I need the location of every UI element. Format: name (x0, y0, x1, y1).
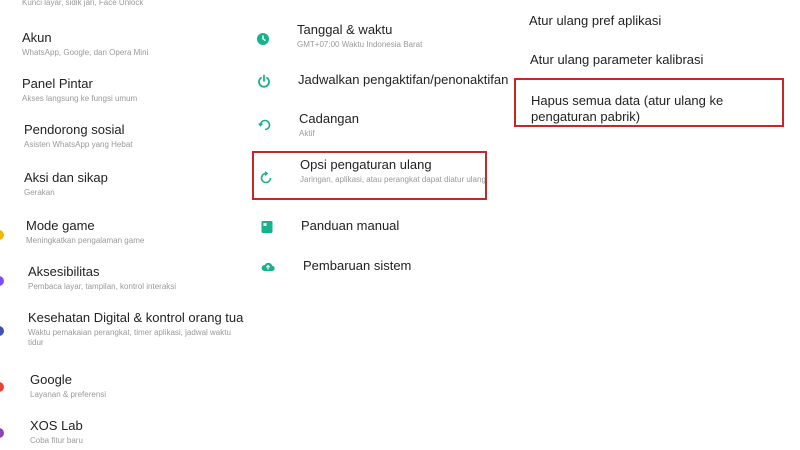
cloud-update-icon (261, 260, 275, 274)
item-title: Atur ulang parameter kalibrasi (530, 52, 704, 67)
item-title: Tanggal & waktu (297, 22, 393, 37)
highlight-box-opsi-pengaturan-ulang (252, 151, 487, 200)
item-title: Aksi dan sikap (24, 170, 108, 185)
backup-icon (258, 118, 272, 132)
item-subtitle: GMT+07:00 Waktu Indonesia Barat (297, 40, 423, 49)
item-subtitle: Gerakan (24, 188, 55, 197)
highlight-box-hapus-semua-data (514, 78, 784, 127)
list-item-akun[interactable]: Akun WhatsApp, Google, dan Opera Mini (22, 30, 240, 58)
list-item-kesehatan-digital[interactable]: Kesehatan Digital & kontrol orang tua Wa… (28, 310, 244, 348)
item-title: Panduan manual (301, 218, 400, 233)
item-subtitle: Layanan & preferensi (30, 390, 107, 399)
game-mode-icon (0, 230, 4, 240)
item-title: Jadwalkan pengaktifan/penonaktifan (298, 72, 509, 87)
top-fragment-subtitle: Kunci layar, sidik jari, Face Unlock (22, 0, 144, 7)
manual-icon (260, 220, 274, 234)
item-title: Panel Pintar (22, 76, 93, 91)
list-item-jadwalkan[interactable]: Jadwalkan pengaktifan/penonaktifan (248, 72, 513, 88)
list-item-atur-ulang-kalibrasi[interactable]: Atur ulang parameter kalibrasi (530, 52, 800, 68)
item-title: Pendorong sosial (24, 122, 125, 137)
item-title: Mode game (26, 218, 95, 233)
digital-wellbeing-icon (0, 326, 4, 336)
settings-list-left: Kunci layar, sidik jari, Face Unlock Aku… (0, 0, 244, 450)
list-item-aksesibilitas[interactable]: Aksesibilitas Pembaca layar, tampilan, k… (28, 264, 240, 292)
item-title: Atur ulang pref aplikasi (529, 13, 662, 28)
item-subtitle: Akses langsung ke fungsi umum (22, 94, 138, 103)
power-icon (257, 74, 271, 88)
item-title: Akun (22, 30, 52, 45)
list-item-pendorong-sosial[interactable]: Pendorong sosial Asisten WhatsApp yang H… (24, 122, 240, 150)
item-subtitle: Aktif (299, 129, 315, 138)
item-subtitle: WhatsApp, Google, dan Opera Mini (22, 48, 149, 57)
accessibility-icon (0, 276, 4, 286)
item-title: XOS Lab (30, 418, 83, 433)
list-item-atur-ulang-pref[interactable]: Atur ulang pref aplikasi (529, 13, 800, 29)
list-item-pembaruan-sistem[interactable]: Pembaruan sistem (248, 258, 513, 274)
item-subtitle: Pembaca layar, tampilan, kontrol interak… (28, 282, 177, 291)
item-title: Aksesibilitas (28, 264, 100, 279)
item-subtitle: Coba fitur baru (30, 436, 83, 445)
item-title: Pembaruan sistem (303, 258, 412, 273)
list-item-cadangan[interactable]: Cadangan Aktif (248, 111, 513, 139)
xos-lab-icon (0, 428, 4, 438)
settings-list-middle: Tanggal & waktu GMT+07:00 Waktu Indonesi… (248, 0, 513, 450)
item-subtitle: Asisten WhatsApp yang Hebat (24, 140, 133, 149)
item-title: Google (30, 372, 72, 387)
item-title: Cadangan (299, 111, 359, 126)
reset-options-list: Atur ulang pref aplikasi Atur ulang para… (513, 0, 800, 450)
list-item-xos-lab[interactable]: XOS Lab Coba fitur baru (30, 418, 240, 446)
list-item-google[interactable]: Google Layanan & preferensi (30, 372, 240, 400)
item-title: Kesehatan Digital & kontrol orang tua (28, 310, 244, 325)
list-item-panel-pintar[interactable]: Panel Pintar Akses langsung ke fungsi um… (22, 76, 240, 104)
google-icon (0, 382, 4, 392)
list-item-aksi-dan-sikap[interactable]: Aksi dan sikap Gerakan (24, 170, 240, 198)
item-subtitle: Meningkatkan pengalaman game (26, 236, 145, 245)
list-item-tanggal-waktu[interactable]: Tanggal & waktu GMT+07:00 Waktu Indonesi… (248, 22, 513, 50)
clock-icon (256, 32, 270, 46)
list-item-mode-game[interactable]: Mode game Meningkatkan pengalaman game (26, 218, 240, 246)
list-item-panduan-manual[interactable]: Panduan manual (248, 218, 513, 234)
item-subtitle: Waktu pemakaian perangkat, timer aplikas… (28, 328, 231, 347)
